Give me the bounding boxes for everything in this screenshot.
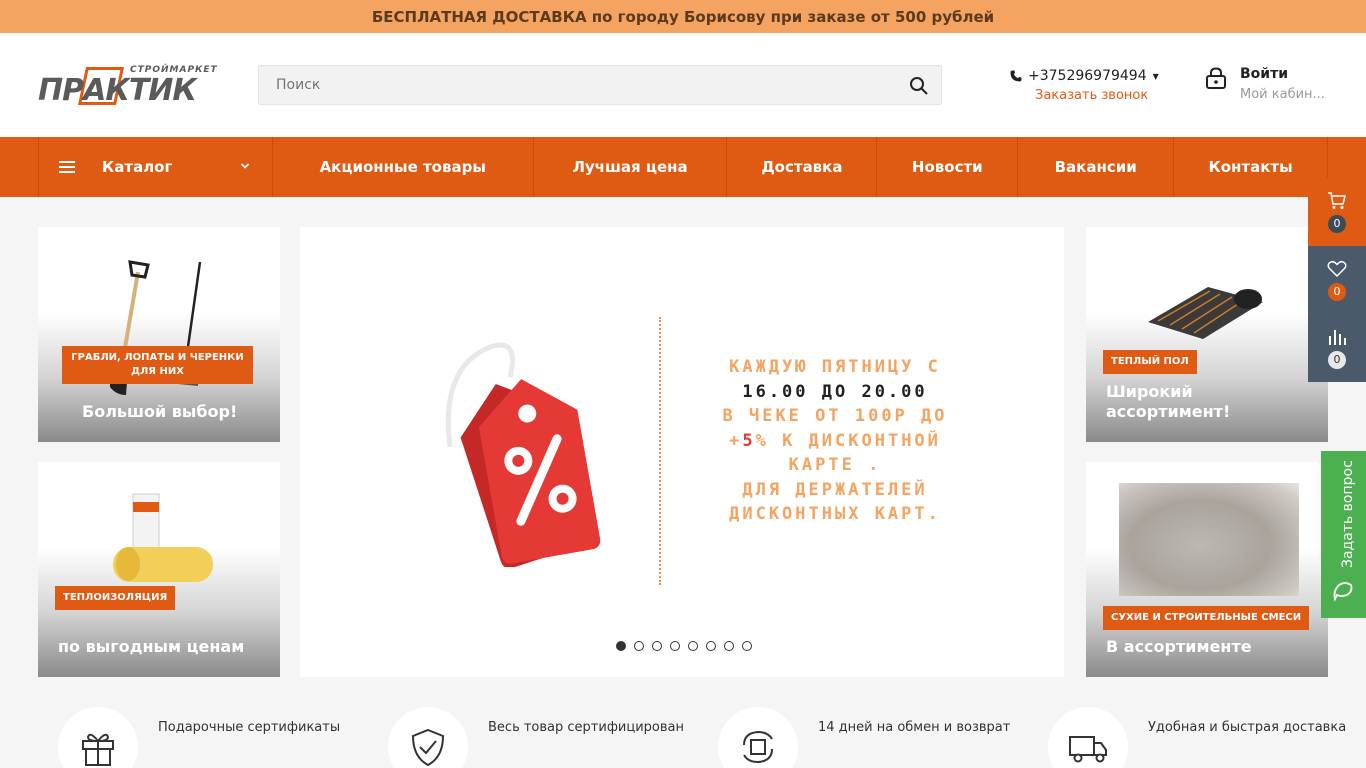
insulation-roll-image	[113, 493, 213, 582]
category-tag: ГРАБЛИ, ЛОПАТЫ И ЧЕРЕНКИ ДЛЯ НИХ	[62, 346, 253, 384]
feature-item: Подарочные сертификаты	[58, 707, 340, 768]
slide-line: в чеке от 100р до	[722, 406, 948, 426]
cart-count-badge: 0	[1328, 214, 1346, 233]
gift-icon	[82, 733, 114, 766]
free-delivery-text: БЕСПЛАТНАЯ ДОСТАВКА по городу Борисову п…	[371, 7, 995, 26]
tile-caption: по выгодным ценам	[58, 637, 245, 656]
logo-main-text: ПРАКТИК	[38, 73, 197, 108]
phone-row[interactable]: +375296979494 ▼	[1010, 68, 1180, 84]
feature-item: Весь товар сертифицирован	[388, 707, 684, 768]
catalog-button[interactable]: Каталог	[39, 137, 273, 197]
promo-tile-mixes[interactable]: СУХИЕ И СТРОИТЕЛЬНЫЕ СМЕСИ В ассортимент…	[1086, 462, 1328, 677]
slide-line: +5% к дисконтной	[729, 430, 941, 451]
feature-label: 14 дней на обмен и возврат	[818, 719, 1011, 735]
slide-divider	[659, 317, 661, 585]
floating-panel: 0 0 0	[1308, 178, 1366, 382]
compare-count-badge: 0	[1328, 350, 1346, 369]
nav-item-promo[interactable]: Акционные товары	[273, 137, 534, 197]
nav-item-news[interactable]: Новости	[877, 137, 1019, 197]
category-tag: СУХИЕ И СТРОИТЕЛЬНЫЕ СМЕСИ	[1103, 606, 1310, 630]
heating-film-image	[1148, 287, 1263, 339]
promo-tile-insulation[interactable]: ТЕПЛОИЗОЛЯЦИЯ по выгодным ценам	[38, 462, 280, 677]
nav-item-contacts[interactable]: Контакты	[1174, 137, 1328, 197]
menu-icon	[59, 161, 75, 173]
header: СТРОЙМАРКЕТ ПРАКТИК +375296979494 ▼ Зака…	[0, 33, 1366, 137]
heart-icon	[1327, 260, 1347, 277]
features-row: Подарочные сертификаты Весь товар сертиф…	[0, 707, 1366, 768]
slide-caption: каждую пятницу с 16.00 до 20.00 в чеке о…	[680, 355, 990, 527]
compare-icon	[1329, 329, 1346, 345]
nav-item-delivery[interactable]: Доставка	[727, 137, 878, 197]
chevron-down-icon	[240, 163, 249, 169]
slider-dot[interactable]	[742, 641, 752, 651]
slide-line: дисконтных карт.	[729, 504, 941, 524]
slider-dot[interactable]	[670, 641, 680, 651]
lock-icon	[1206, 67, 1226, 89]
slider-dot[interactable]	[724, 641, 734, 651]
slider-dot[interactable]	[616, 641, 626, 651]
favorites-button[interactable]: 0	[1308, 246, 1366, 314]
dry-mix-image	[1119, 483, 1299, 596]
tile-caption: Большой выбор!	[82, 402, 238, 421]
shield-check-icon	[411, 728, 445, 767]
feature-item: 14 дней на обмен и возврат	[718, 707, 1010, 768]
chevron-down-icon[interactable]: ▼	[1153, 72, 1159, 81]
tile-caption: В ассортименте	[1106, 637, 1252, 656]
truck-icon	[1069, 736, 1107, 763]
main-nav: Каталог Акционные товары Лучшая цена Дос…	[0, 137, 1366, 197]
ask-question-label: Задать вопрос	[1339, 460, 1356, 568]
tile-caption: Широкий ассортимент!	[1106, 382, 1231, 421]
phone-block: +375296979494 ▼ Заказать звонок	[1010, 68, 1180, 103]
promo-tile-floor-heating[interactable]: ТЕПЛЫЙ ПОЛ Широкий ассортимент!	[1086, 227, 1328, 442]
account-subtitle: Мой кабин...	[1240, 87, 1325, 102]
discount-tag-image	[445, 342, 601, 567]
free-delivery-banner: БЕСПЛАТНАЯ ДОСТАВКА по городу Борисову п…	[0, 0, 1366, 33]
slider-dot[interactable]	[634, 641, 644, 651]
slider-dot[interactable]	[688, 641, 698, 651]
search-bar	[258, 65, 942, 105]
category-tag: ТЕПЛОИЗОЛЯЦИЯ	[55, 586, 176, 610]
feature-label: Подарочные сертификаты	[158, 719, 341, 735]
cart-button[interactable]: 0	[1308, 178, 1366, 246]
logo[interactable]: СТРОЙМАРКЕТ ПРАКТИК	[38, 65, 230, 108]
favorites-count-badge: 0	[1328, 282, 1346, 301]
exchange-icon	[743, 730, 773, 764]
cart-icon	[1328, 191, 1346, 209]
nav-item-best-price[interactable]: Лучшая цена	[534, 137, 728, 197]
category-tag: ТЕПЛЫЙ ПОЛ	[1103, 350, 1197, 374]
feature-label: Весь товар сертифицирован	[488, 719, 685, 735]
search-input[interactable]	[259, 66, 899, 104]
search-icon[interactable]	[909, 76, 929, 96]
ask-question-tab[interactable]: Задать вопрос	[1321, 451, 1366, 618]
login-title: Войти	[1240, 66, 1289, 82]
promo-tile-tools[interactable]: ГРАБЛИ, ЛОПАТЫ И ЧЕРЕНКИ ДЛЯ НИХ Большой…	[38, 227, 280, 442]
slider-dot[interactable]	[706, 641, 716, 651]
feature-item: Удобная и быстрая доставка	[1048, 707, 1346, 768]
slide-line: 16.00 до 20.00	[742, 381, 928, 402]
phone-icon	[1010, 70, 1022, 82]
phone-number: +375296979494	[1028, 68, 1147, 84]
slider-dot[interactable]	[652, 641, 662, 651]
feature-label: Удобная и быстрая доставка	[1148, 719, 1347, 735]
promo-slider[interactable]: каждую пятницу с 16.00 до 20.00 в чеке о…	[300, 227, 1064, 677]
slider-dots	[616, 641, 752, 651]
slide-line: карте .	[788, 455, 882, 475]
nav-item-vacancies[interactable]: Вакансии	[1018, 137, 1175, 197]
slide-line: для держателей	[742, 479, 928, 500]
slide-line: каждую пятницу с	[729, 357, 941, 377]
compare-button[interactable]: 0	[1308, 314, 1366, 382]
callback-link[interactable]: Заказать звонок	[1035, 88, 1180, 103]
catalog-label: Каталог	[102, 158, 173, 176]
